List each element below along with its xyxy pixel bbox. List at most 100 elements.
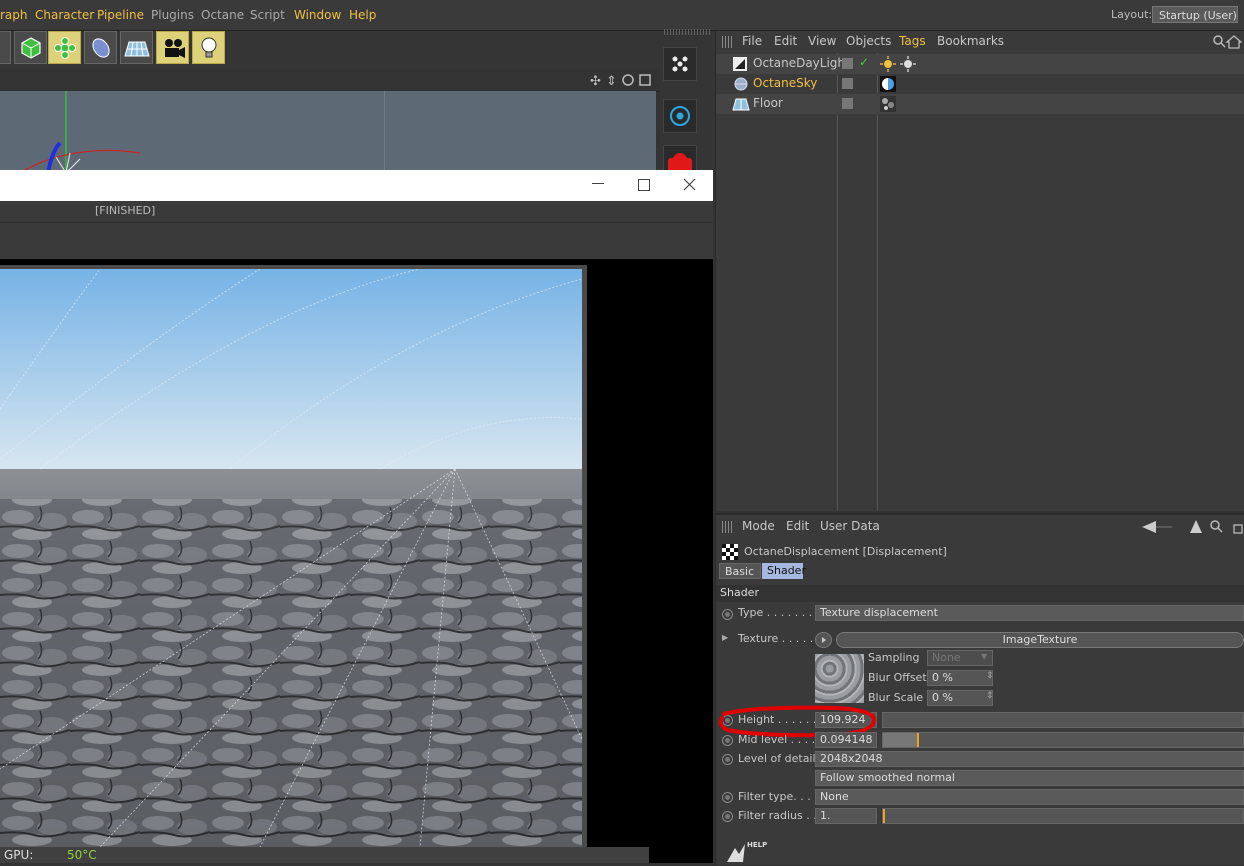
dots-button[interactable]: [663, 47, 697, 81]
menu-help[interactable]: Help: [349, 8, 376, 22]
om-menu-bookmarks[interactable]: Bookmarks: [937, 34, 1004, 48]
viewport-nav-icons[interactable]: ✣ ⇕: [588, 72, 654, 88]
layout-select[interactable]: Startup (User): [1152, 6, 1238, 23]
camera-button[interactable]: [156, 31, 189, 64]
om-column-divider: [837, 53, 838, 511]
om-row-sky[interactable]: OctaneSky: [716, 74, 1244, 94]
om-menu-objects[interactable]: Objects: [846, 34, 891, 48]
check-icon[interactable]: ✓: [859, 55, 869, 69]
menu-character[interactable]: Character: [35, 8, 94, 22]
am-menu-userdata[interactable]: User Data: [820, 519, 880, 533]
main-menubar: raph Character Pipeline Plugins Octane S…: [0, 0, 1244, 31]
type-anim-radio[interactable]: [722, 609, 733, 620]
filterradius-slider[interactable]: [882, 808, 1244, 824]
tab-basic[interactable]: Basic: [719, 563, 761, 579]
height-slider[interactable]: [882, 712, 1244, 728]
gpu-temperature: 50°C: [67, 848, 97, 862]
type-label: Type . . . . . . . .: [738, 606, 820, 619]
light-button[interactable]: [192, 31, 225, 64]
texture-play-button[interactable]: [815, 632, 832, 648]
maximize-icon[interactable]: [638, 179, 650, 191]
help-text: HELP: [747, 841, 768, 849]
am-menu-mode[interactable]: Mode: [742, 519, 775, 533]
texture-link-button[interactable]: ImageTexture: [836, 632, 1244, 648]
camera-icon: [165, 39, 185, 58]
menu-octane[interactable]: Octane: [201, 8, 244, 22]
minimize-icon[interactable]: [592, 183, 604, 184]
tool-button-partial[interactable]: [0, 31, 11, 64]
stepper-arrows-icon[interactable]: ⇕: [986, 691, 994, 701]
blur-scale-label: Blur Scale: [868, 691, 924, 704]
midlevel-anim-radio[interactable]: [722, 735, 733, 746]
layer-swatch[interactable]: [842, 58, 853, 69]
render-image[interactable]: [0, 269, 582, 847]
texture-thumbnail[interactable]: [815, 654, 864, 703]
midlevel-label: Mid level . . . .: [738, 733, 816, 746]
smooth-normal-dropdown[interactable]: Follow smoothed normal: [815, 770, 1244, 786]
om-row-floor[interactable]: Floor: [716, 94, 1244, 114]
menu-plugins[interactable]: Plugins: [151, 8, 194, 22]
expand-arrow-icon[interactable]: ▶: [722, 633, 728, 642]
viewport-divider: [384, 91, 385, 173]
layer-swatch[interactable]: [842, 78, 853, 89]
om-menu-edit[interactable]: Edit: [774, 34, 797, 48]
om-menu-tags[interactable]: Tags: [899, 34, 926, 48]
gpu-label: GPU:: [4, 848, 34, 862]
lod-dropdown[interactable]: 2048x2048: [815, 751, 1244, 767]
midlevel-field[interactable]: 0.094148: [815, 732, 877, 748]
rendered-stone-floor: [0, 269, 582, 847]
om-menu-file[interactable]: File: [742, 34, 762, 48]
floor-button[interactable]: [120, 31, 153, 64]
sky-object-icon: [734, 77, 748, 91]
type-dropdown[interactable]: Texture displacement: [815, 605, 1244, 621]
stepper-arrows-icon[interactable]: ⇕: [986, 671, 994, 681]
sun-tag-icons[interactable]: [880, 56, 916, 72]
target-button[interactable]: [663, 99, 697, 133]
nurbs-button[interactable]: [48, 31, 81, 64]
deformer-button[interactable]: [84, 31, 117, 64]
om-object-name: Floor: [753, 96, 783, 110]
target-icon: [670, 106, 690, 126]
close-icon[interactable]: [683, 178, 696, 191]
tab-shader[interactable]: Shader: [762, 563, 806, 579]
am-menu-edit[interactable]: Edit: [786, 519, 809, 533]
blur-scale-field[interactable]: 0 %: [927, 690, 993, 706]
chevron-down-icon: ▼: [981, 652, 988, 661]
menu-script[interactable]: Script: [250, 8, 285, 22]
layer-swatch[interactable]: [842, 98, 853, 109]
viewport-gizmo: [19, 91, 141, 174]
floor-object-icon: [732, 98, 750, 111]
menu-graph[interactable]: raph: [0, 8, 28, 22]
cube-object-button[interactable]: [14, 31, 47, 64]
displacement-tag-icon[interactable]: [880, 96, 896, 112]
help-button[interactable]: HELP: [725, 840, 775, 863]
palette-grip[interactable]: [664, 29, 710, 35]
filtertype-dropdown[interactable]: None: [815, 789, 1244, 805]
section-title: Shader: [720, 586, 759, 599]
slider-fill: [883, 809, 885, 823]
filtertype-anim-radio[interactable]: [722, 792, 733, 803]
octane-palette: [660, 29, 715, 179]
section-header: Shader: [716, 585, 1244, 602]
filtertype-label: Filter type. . . .: [738, 790, 818, 803]
filterradius-anim-radio[interactable]: [722, 811, 733, 822]
om-object-name: OctaneDayLight: [753, 56, 850, 70]
om-row-daylight[interactable]: OctaneDayLight ✓: [716, 54, 1244, 74]
menu-pipeline[interactable]: Pipeline: [97, 8, 144, 22]
search-home-icons[interactable]: [1212, 34, 1242, 50]
3d-viewport[interactable]: [0, 91, 656, 174]
grip-icon[interactable]: [722, 521, 732, 533]
om-column-divider: [877, 53, 878, 511]
om-menu-view[interactable]: View: [808, 34, 836, 48]
sky-tag-icon[interactable]: [880, 76, 896, 92]
lod-anim-radio[interactable]: [722, 754, 733, 765]
filterradius-field[interactable]: 1.: [815, 808, 877, 824]
grip-icon[interactable]: [722, 36, 732, 48]
checker-object-icon: [722, 544, 738, 560]
blur-offset-field[interactable]: 0 %: [927, 670, 993, 686]
menu-window[interactable]: Window: [294, 8, 341, 22]
am-nav-icons[interactable]: [1140, 519, 1244, 535]
sampling-label: Sampling: [868, 651, 920, 664]
cube-icon: [21, 37, 41, 59]
midlevel-slider[interactable]: [882, 732, 1244, 748]
